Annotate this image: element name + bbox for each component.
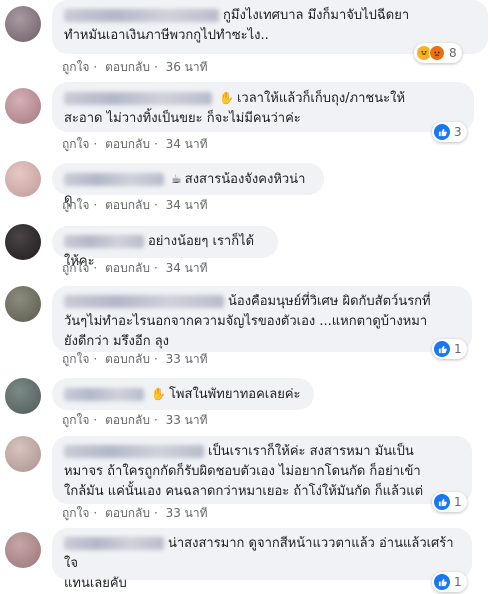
commenter-name[interactable]	[64, 445, 204, 458]
reply-link[interactable]: ตอบกลับ	[105, 198, 150, 212]
reply-link[interactable]: ตอบกลับ	[105, 137, 150, 151]
like-link[interactable]: ถูกใจ	[62, 137, 89, 151]
comment-actions: ถูกใจ · ตอบกลับ · 33 นาที	[62, 352, 208, 366]
comment-bubble: น่าสงสารมาก ดูจากสีหน้าแววตาแล้ว อ่านแล้…	[52, 528, 472, 591]
timestamp[interactable]: 34 นาที	[166, 198, 208, 212]
reaction-count[interactable]: 1	[432, 572, 467, 592]
reaction-count[interactable]: 8	[414, 43, 462, 63]
commenter-name[interactable]	[64, 173, 164, 186]
timestamp[interactable]: 34 นาที	[166, 261, 208, 275]
timestamp[interactable]: 34 นาที	[166, 137, 208, 151]
comment-bubble: ☕ สงสารน้องจังคงหิวน่าดู	[52, 163, 324, 207]
commenter-name[interactable]	[64, 388, 144, 401]
reply-link[interactable]: ตอบกลับ	[105, 60, 150, 74]
like-link[interactable]: ถูกใจ	[62, 60, 89, 74]
comment-bubble: น้องคือมนุษย์ที่วิเศษ ผิดกับสัตว์นรกที่ …	[52, 286, 472, 352]
timestamp[interactable]: 33 นาที	[166, 413, 208, 427]
coffee-icon: ☕	[171, 172, 182, 186]
comment-bubble: ✋ เวลาให้แล้วก็เก็บถุง/ภาชนะให้ สะอาด ไม่…	[52, 82, 474, 132]
reaction-count[interactable]: 1	[432, 339, 467, 359]
comment-actions: ถูกใจ · ตอบกลับ · 34 นาที	[62, 261, 208, 275]
timestamp[interactable]: 33 นาที	[166, 352, 208, 366]
like-icon	[434, 341, 450, 357]
comment-actions: ถูกใจ · ตอบกลับ · 33 นาที	[62, 506, 208, 520]
like-link[interactable]: ถูกใจ	[62, 198, 89, 212]
comment-text: โพสในพัทยาทอคเลยค่ะ	[168, 387, 301, 402]
reply-link[interactable]: ตอบกลับ	[105, 261, 150, 275]
comment-bubble: ✋ โพสในพัทยาทอคเลยค่ะ	[52, 378, 314, 410]
reaction-count[interactable]: 1	[432, 492, 467, 512]
waving-hand-icon: ✋	[151, 387, 166, 401]
avatar[interactable]	[5, 224, 41, 260]
comment-actions: ถูกใจ · ตอบกลับ · 34 นาที	[62, 198, 208, 212]
avatar[interactable]	[5, 532, 41, 568]
comment-bubble: เป็นเราเราก็ให้ค่ะ สงสารหมา มันเป็น หมาจ…	[52, 436, 472, 504]
like-link[interactable]: ถูกใจ	[62, 261, 89, 275]
commenter-name[interactable]	[64, 235, 144, 248]
reaction-count[interactable]: 3	[432, 122, 467, 142]
commenter-name[interactable]	[64, 92, 212, 105]
reply-link[interactable]: ตอบกลับ	[105, 413, 150, 427]
avatar[interactable]	[5, 436, 41, 472]
like-icon	[434, 124, 450, 140]
like-icon	[434, 574, 450, 590]
avatar[interactable]	[5, 378, 41, 414]
commenter-name[interactable]	[64, 537, 164, 550]
avatar[interactable]	[5, 161, 41, 197]
reply-link[interactable]: ตอบกลับ	[105, 352, 150, 366]
waving-hand-icon: ✋	[219, 91, 234, 105]
comment-actions: ถูกใจ · ตอบกลับ · 33 นาที	[62, 413, 208, 427]
like-icon	[434, 494, 450, 510]
avatar[interactable]	[5, 6, 41, 42]
reply-link[interactable]: ตอบกลับ	[105, 506, 150, 520]
timestamp[interactable]: 36 นาที	[166, 60, 208, 74]
avatar[interactable]	[5, 88, 41, 124]
commenter-name[interactable]	[64, 295, 224, 308]
comment-bubble: อย่างน้อยๆ เราก็ได้ให้คะ	[52, 226, 278, 269]
timestamp[interactable]: 33 นาที	[166, 506, 208, 520]
comment-actions: ถูกใจ · ตอบกลับ · 36 นาที	[62, 60, 208, 74]
like-link[interactable]: ถูกใจ	[62, 413, 89, 427]
like-link[interactable]: ถูกใจ	[62, 506, 89, 520]
comment-actions: ถูกใจ · ตอบกลับ · 34 นาที	[62, 137, 208, 151]
commenter-name[interactable]	[64, 9, 219, 22]
like-link[interactable]: ถูกใจ	[62, 352, 89, 366]
angry-icon	[429, 45, 445, 61]
avatar[interactable]	[5, 286, 41, 322]
